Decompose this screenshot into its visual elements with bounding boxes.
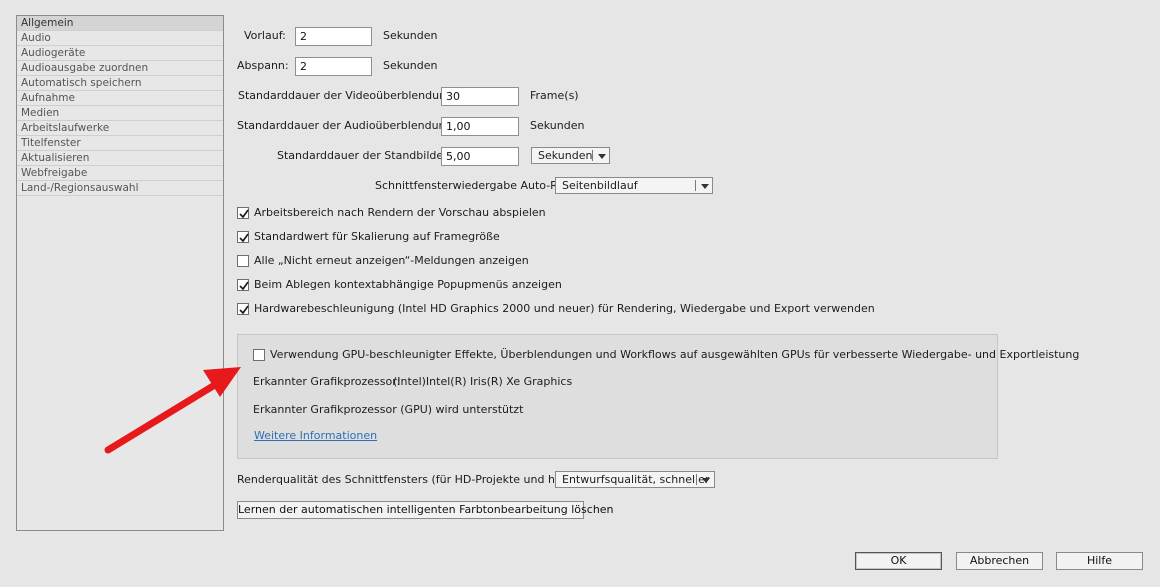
more-info-link[interactable]: Weitere Informationen xyxy=(254,429,377,443)
audio-transition-input[interactable]: 1,00 xyxy=(441,117,519,136)
checkbox-label-scale-to-frame: Standardwert für Skalierung auf Framegrö… xyxy=(254,230,500,243)
reset-auto-tone-learning-button[interactable]: Lernen der automatischen intelligenten F… xyxy=(237,501,614,519)
checkbox-gpu-acceleration[interactable] xyxy=(253,349,265,361)
postroll-label: Abspann: xyxy=(237,59,289,72)
checkbox-label-show-messages: Alle „Nicht erneut anzeigen“-Meldungen a… xyxy=(254,254,529,267)
postroll-unit: Sekunden xyxy=(383,59,438,72)
postroll-input[interactable]: 2 xyxy=(295,57,372,76)
cancel-button[interactable]: Abbrechen xyxy=(956,552,1043,570)
video-transition-unit: Frame(s) xyxy=(530,89,579,102)
video-transition-input[interactable]: 30 xyxy=(441,87,519,106)
autoscroll-value: Seitenbildlauf xyxy=(562,179,638,192)
chevron-down-icon xyxy=(598,154,606,159)
sidebar-item-aktualisieren[interactable]: Aktualisieren xyxy=(17,151,223,166)
checkbox-context-popups[interactable] xyxy=(237,279,249,291)
sidebar-item-webfreigabe[interactable]: Webfreigabe xyxy=(17,166,223,181)
sidebar-item-audioausgabe-zuordnen[interactable]: Audioausgabe zuordnen xyxy=(17,61,223,76)
still-image-unit-value: Sekunden xyxy=(538,149,593,162)
preroll-unit: Sekunden xyxy=(383,29,438,42)
sidebar-item-allgemein[interactable]: Allgemein xyxy=(17,16,223,31)
checkbox-hardware-acceleration[interactable] xyxy=(237,303,249,315)
audio-transition-unit: Sekunden xyxy=(530,119,585,132)
gpu-checkbox-label: Verwendung GPU-beschleunigter Effekte, Ü… xyxy=(270,348,1080,361)
checkmark-icon xyxy=(239,305,249,315)
chevron-down-icon xyxy=(702,478,710,483)
checkmark-icon xyxy=(239,209,249,219)
still-image-unit-dropdown[interactable]: Sekunden xyxy=(531,147,610,164)
autoscroll-dropdown[interactable]: Seitenbildlauf xyxy=(555,177,713,194)
gpu-supported-text: Erkannter Grafikprozessor (GPU) wird unt… xyxy=(253,403,524,416)
sidebar-item-titelfenster[interactable]: Titelfenster xyxy=(17,136,223,151)
sidebar-item-audio[interactable]: Audio xyxy=(17,31,223,46)
sidebar-item-medien[interactable]: Medien xyxy=(17,106,223,121)
detected-gpu-value: (Intel)Intel(R) Iris(R) Xe Graphics xyxy=(393,375,573,388)
sidebar-item-land-regionsauswahl[interactable]: Land-/Regionsauswahl xyxy=(17,181,223,196)
checkbox-label-context-popups: Beim Ablegen kontextabhängige Popupmenüs… xyxy=(254,278,562,291)
checkbox-label-play-workarea: Arbeitsbereich nach Rendern der Vorschau… xyxy=(254,206,546,219)
preroll-label: Vorlauf: xyxy=(244,29,286,42)
checkbox-label-hardware-acceleration: Hardwarebeschleunigung (Intel HD Graphic… xyxy=(254,302,875,315)
still-image-label: Standarddauer der Standbilder: xyxy=(277,149,452,162)
help-button[interactable]: Hilfe xyxy=(1056,552,1143,570)
checkbox-play-workarea-after-render[interactable] xyxy=(237,207,249,219)
preroll-input[interactable]: 2 xyxy=(295,27,372,46)
dropdown-separator xyxy=(592,150,593,161)
detected-gpu-label: Erkannter Grafikprozessor: xyxy=(253,375,401,388)
sidebar-item-automatisch-speichern[interactable]: Automatisch speichern xyxy=(17,76,223,91)
checkmark-icon xyxy=(239,233,249,243)
checkmark-icon xyxy=(239,281,249,291)
render-quality-value: Entwurfsqualität, schneller xyxy=(562,473,710,486)
still-image-input[interactable]: 5,00 xyxy=(441,147,519,166)
ok-button[interactable]: OK xyxy=(855,552,942,570)
checkbox-show-all-messages[interactable] xyxy=(237,255,249,267)
render-quality-dropdown[interactable]: Entwurfsqualität, schneller xyxy=(555,471,715,488)
dropdown-separator xyxy=(696,474,697,485)
audio-transition-label: Standarddauer der Audioüberblendung: xyxy=(237,119,457,132)
checkbox-scale-to-frame-size[interactable] xyxy=(237,231,249,243)
chevron-down-icon xyxy=(701,184,709,189)
sidebar-item-arbeitslaufwerke[interactable]: Arbeitslaufwerke xyxy=(17,121,223,136)
sidebar-item-audiogeraete[interactable]: Audiogeräte xyxy=(17,46,223,61)
video-transition-label: Standarddauer der Videoüberblendung: xyxy=(238,89,457,102)
render-quality-label: Renderqualität des Schnittfensters (für … xyxy=(237,473,588,486)
annotation-arrow-icon xyxy=(104,367,241,454)
sidebar-item-aufnahme[interactable]: Aufnahme xyxy=(17,91,223,106)
dropdown-separator xyxy=(695,180,696,191)
